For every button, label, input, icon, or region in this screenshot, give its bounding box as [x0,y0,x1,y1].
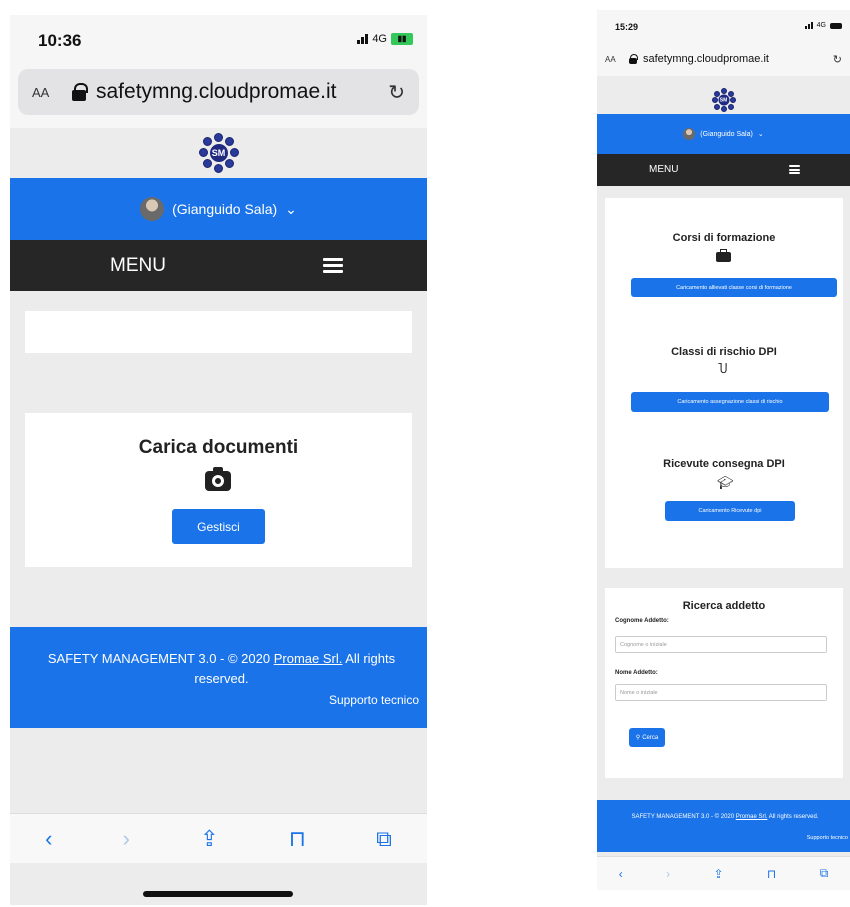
site-logo[interactable]: SM [198,133,239,173]
support-link[interactable]: Supporto tecnico [329,693,419,707]
share-icon[interactable]: ⇪ [713,867,723,881]
battery-icon: ▮▮ [391,33,413,45]
manage-button[interactable]: Gestisci [172,509,265,544]
signal-icon [357,34,369,44]
left-phone-screen: 10:36 4G ▮▮ AA safetymng.cloudpromae.it … [10,15,427,905]
logo-row: SM [597,86,850,114]
search-card: Ricerca addetto Cognome Addetto: Cognome… [605,588,843,778]
section-title: Ricevute consegna DPI [663,458,785,470]
surname-label: Cognome Addetto: [615,618,669,624]
footer-copyright: SAFETY MANAGEMENT 3.0 - © 2020 Promae Sr… [631,814,819,820]
back-icon[interactable]: ‹ [45,826,52,852]
forward-icon[interactable]: › [123,826,130,852]
bookmarks-icon[interactable]: ⊓ [767,867,776,881]
share-icon[interactable]: ⇪ [200,826,218,852]
tabs-icon[interactable]: ⧉ [376,826,392,852]
search-button[interactable]: ⚲ Cerca [629,728,665,747]
browser-address-bar: AA safetymng.cloudpromae.it ↻ [597,44,850,76]
logo-monogram: SM [209,144,228,162]
risk-class-upload-button[interactable]: Caricamento assegnazione classi di risch… [631,392,829,412]
url-text[interactable]: safetymng.cloudpromae.it [643,53,827,65]
upload-card-title: Carica documenti [138,437,299,458]
lock-icon [629,54,638,64]
status-time: 15:29 [615,22,639,32]
support-link[interactable]: Supporto tecnico [807,835,848,841]
menu-label: MENU [110,255,166,276]
avatar [683,128,696,140]
forward-icon[interactable]: › [666,867,670,881]
main-menu-bar[interactable]: MENU [10,240,427,291]
reload-icon[interactable]: ↻ [388,80,405,105]
user-menu[interactable]: (Gianguido Sala) ⌄ [597,114,850,154]
footer-copyright: SAFETY MANAGEMENT 3.0 - © 2020 Promae Sr… [47,651,396,686]
upload-card: Carica documenti Gestisci [25,413,412,567]
name-input[interactable]: Nome o iniziale [615,684,827,701]
menu-label: MENU [649,164,679,175]
section-title: Classi di rischio DPI [671,346,777,358]
briefcase-icon [716,249,731,262]
user-menu[interactable]: (Gianguido Sala) ⌄ [10,178,427,240]
lock-icon [72,83,88,101]
user-name: (Gianguido Sala) [172,201,278,217]
search-button-label: Cerca [642,734,659,741]
company-link[interactable]: Promae Srl. [736,814,768,820]
hamburger-icon[interactable] [323,258,343,273]
empty-panel [25,311,412,353]
address-field[interactable]: AA safetymng.cloudpromae.it ↻ [18,69,419,115]
chevron-down-icon: ⌄ [285,200,297,217]
browser-toolbar: ‹ › ⇪ ⊓ ⧉ [10,813,427,863]
graduation-cap-icon: 🎓︎ [717,475,734,490]
camera-icon [205,467,231,491]
site-footer: SAFETY MANAGEMENT 3.0 - © 2020 Promae Sr… [10,627,427,728]
text-size-button[interactable]: AA [32,85,62,100]
browser-toolbar: ‹ › ⇪ ⊓ ⧉ [597,856,850,890]
surname-input[interactable]: Cognome o iniziale [615,636,827,653]
network-label: 4G [816,22,826,29]
bookmarks-icon[interactable]: ⊓ [289,826,306,852]
company-link[interactable]: Promae Srl. [274,651,343,666]
status-bar: 15:29 4G [597,10,850,44]
site-logo[interactable]: SM [711,88,736,112]
address-field[interactable]: AA safetymng.cloudpromae.it ↻ [597,46,850,72]
logo-monogram: SM [718,94,729,106]
user-name: (Gianguido Sala) [700,130,753,138]
reload-icon[interactable]: ↻ [833,53,842,66]
status-time: 10:36 [38,31,82,50]
chevron-down-icon: ⌄ [757,131,764,138]
status-indicators: 4G [804,22,842,29]
avatar [140,197,165,221]
text-size-button[interactable]: AA [605,55,623,64]
network-label: 4G [372,33,387,45]
tabs-icon[interactable]: ⧉ [820,866,829,881]
site-footer: SAFETY MANAGEMENT 3.0 - © 2020 Promae Sr… [597,800,850,852]
status-indicators: 4G ▮▮ [357,33,413,45]
hamburger-icon[interactable] [789,165,800,174]
search-title: Ricerca addetto [682,600,766,612]
logo-row: SM [10,128,427,178]
back-icon[interactable]: ‹ [619,867,623,881]
upload-sections-card: Corsi di formazione Caricamento allievat… [605,198,843,568]
receipts-upload-button[interactable]: Caricamento Ricevute dpi [665,501,795,521]
url-text[interactable]: safetymng.cloudpromae.it [96,80,378,104]
signal-icon [804,22,813,29]
main-menu-bar[interactable]: MENU [597,154,850,186]
search-icon: ⚲ [635,735,641,741]
training-upload-button[interactable]: Caricamento allievati classe corsi di fo… [631,278,837,297]
right-phone-screen: 15:29 4G AA safetymng.cloudpromae.it ↻ S… [597,10,850,890]
status-bar: 10:36 4G ▮▮ [10,15,427,65]
battery-icon [830,22,842,29]
section-title: Corsi di formazione [672,232,776,244]
browser-address-bar: AA safetymng.cloudpromae.it ↻ [10,65,427,128]
home-indicator [143,891,293,897]
name-label: Nome Addetto: [615,670,658,676]
stethoscope-icon: Ⴎ [718,362,728,376]
